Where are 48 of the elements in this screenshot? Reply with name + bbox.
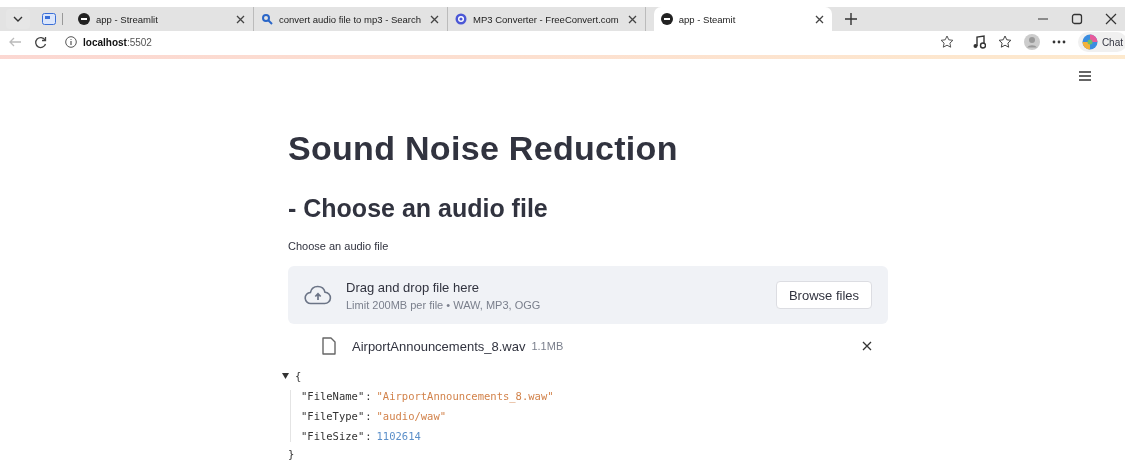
json-key: "FileType"	[301, 410, 365, 422]
close-icon[interactable]	[813, 13, 825, 25]
app-logo-icon	[78, 13, 90, 25]
close-icon[interactable]	[626, 13, 638, 25]
section-heading: - Choose an audio file	[288, 193, 549, 224]
json-colon: :	[365, 430, 372, 442]
url-text: localhost:5502	[83, 36, 152, 48]
chat-button[interactable]: Chat	[1077, 32, 1125, 52]
expanded-caret-icon[interactable]	[282, 373, 289, 379]
cloud-upload-icon	[304, 285, 332, 305]
dropzone-text: Drag and drop file here	[346, 279, 480, 295]
file-dropzone[interactable]: Drag and drop file here Limit 200MB per file • WAW, MP3, OGG Browse files	[288, 266, 888, 324]
maximize-icon[interactable]	[1071, 13, 1083, 25]
file-icon	[322, 337, 336, 355]
music-icon[interactable]	[971, 35, 986, 49]
upload-limit-text: Limit 200MB per file • WAW, MP3, OGG	[346, 298, 541, 311]
close-icon[interactable]	[429, 13, 441, 25]
json-colon: :	[365, 410, 372, 422]
json-value: "audio/waw"	[376, 410, 447, 422]
file-name: AirportAnnouncements_8.wav	[352, 338, 526, 354]
menu-icon[interactable]	[1079, 71, 1091, 81]
json-key: "FileName"	[301, 390, 365, 402]
page-title: Sound Noise Reduction	[288, 128, 679, 169]
info-icon[interactable]	[65, 36, 77, 48]
assistant-logo-icon	[1081, 34, 1098, 50]
json-value: 1102614	[376, 430, 421, 442]
close-icon[interactable]	[1105, 13, 1117, 25]
star-icon[interactable]	[939, 35, 954, 49]
json-colon: :	[365, 390, 372, 402]
browse-files-button[interactable]: Browse files	[775, 281, 872, 309]
search-icon	[261, 13, 273, 25]
browser-tab[interactable]: app - Steamit	[653, 7, 832, 31]
json-key: "FileSize"	[301, 430, 365, 442]
field-label: Choose an audio file	[288, 240, 390, 252]
json-brace: {	[295, 370, 302, 382]
profile-avatar-icon[interactable]	[1023, 34, 1040, 50]
workspace-icon[interactable]	[42, 13, 63, 25]
more-icon[interactable]	[1051, 40, 1066, 44]
json-brace: }	[288, 448, 296, 460]
target-icon	[455, 13, 468, 25]
refresh-icon[interactable]	[34, 35, 47, 49]
close-icon[interactable]	[235, 13, 246, 25]
app-logo-icon	[660, 13, 673, 25]
new-tab-icon[interactable]	[843, 12, 858, 26]
file-size: 1.1MB	[531, 340, 564, 352]
favorites-icon[interactable]	[997, 35, 1012, 49]
json-value: "AirportAnnouncements_8.waw"	[376, 390, 554, 402]
remove-file-icon[interactable]	[862, 341, 872, 351]
